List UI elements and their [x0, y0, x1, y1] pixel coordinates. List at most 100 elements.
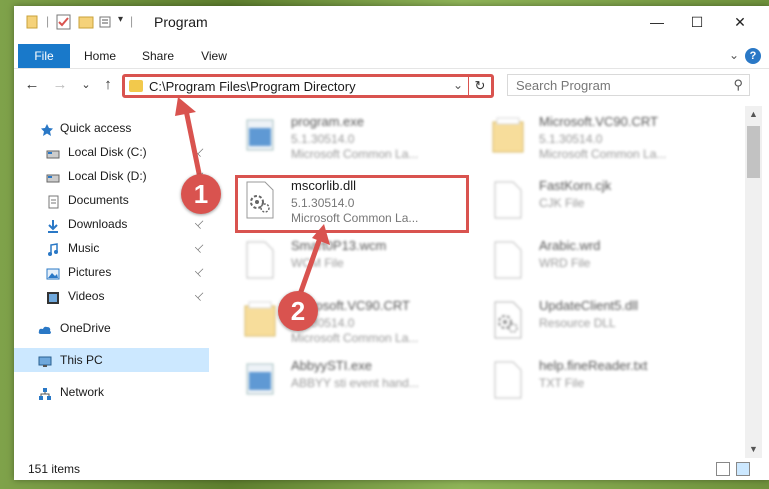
sidebar-item-documents[interactable]: Documents⊥	[14, 188, 209, 212]
file-tile[interactable]: FastKorn.cjk CJK File	[485, 176, 715, 226]
file-tile[interactable]: UpdateClient5.dll Resource DLL	[485, 296, 715, 346]
pin-icon: ⊥	[192, 288, 208, 304]
file-name: Arabic.wrd	[539, 238, 601, 253]
file-tile[interactable]: Smart0P13.wcm WCM File	[237, 236, 467, 286]
sidebar-item-label: Music	[68, 241, 100, 255]
sidebar-item-label: Network	[60, 385, 105, 399]
file-name: UpdateClient5.dll	[539, 298, 639, 313]
refresh-button[interactable]: ↻	[468, 76, 491, 96]
pin-icon: ⊥	[192, 264, 208, 280]
status-bar: 151 items	[14, 458, 769, 480]
file-detail: ABBYY sti event hand...	[291, 376, 419, 390]
callout-1: 1	[181, 174, 221, 214]
sidebar-item-this-pc[interactable]: This PC	[14, 348, 209, 372]
details-view-icon[interactable]	[716, 462, 730, 476]
network-icon	[38, 385, 52, 400]
file-name: AbbyySTI.exe	[291, 358, 372, 373]
properties-icon[interactable]	[56, 14, 72, 30]
sidebar-item-label: Downloads	[68, 217, 128, 231]
sidebar-item-pictures[interactable]: Pictures ⊥	[14, 260, 209, 284]
file-icon	[491, 240, 525, 280]
exe-icon	[243, 360, 277, 400]
file-tile[interactable]: Microsoft.VC90.CRT 5.1.30514.0 Microsoft C…	[237, 296, 467, 346]
address-bar[interactable]: C:\Program Files\Program Directory ⌄ ↻	[122, 74, 494, 98]
sidebar-item-music[interactable]: Music ⊥	[14, 236, 209, 260]
file-list: program.exe 5.1.30514.0 Microsoft Common L…	[219, 106, 737, 458]
close-button[interactable]: ✕	[717, 6, 763, 38]
search-icon[interactable]: ⚲	[733, 77, 743, 93]
folder-icon	[491, 116, 525, 156]
separator: |	[130, 14, 134, 28]
file-detail: CJK File	[539, 196, 585, 210]
address-dropdown-icon[interactable]: ⌄	[453, 78, 463, 92]
folder-icon	[129, 80, 143, 92]
computer-icon	[38, 353, 52, 367]
file-tile[interactable]: AbbyySTI.exe ABBYY sti event hand...	[237, 356, 467, 406]
file-tile[interactable]: Microsoft.VC90.CRT 5.1.30514.0 Microsoft C…	[485, 112, 715, 162]
item-count: 151 items	[28, 462, 81, 476]
file-detail: 5.1.30514.0	[291, 132, 355, 146]
file-tile[interactable]: program.exe 5.1.30514.0 Microsoft Common L…	[237, 112, 467, 162]
back-button[interactable]: ←	[22, 75, 42, 95]
file-tile[interactable]: help.fineReader.txt TXT File	[485, 356, 715, 406]
maximize-button[interactable]: ☐	[674, 6, 720, 38]
drive-icon	[46, 145, 60, 159]
tab-file[interactable]: File	[18, 44, 70, 68]
scroll-down-button[interactable]: ▼	[745, 441, 762, 458]
pictures-icon	[46, 265, 60, 280]
file-tile[interactable]: Arabic.wrd WRD File	[485, 236, 715, 286]
sidebar-item-network[interactable]: Network	[14, 380, 209, 404]
separator: |	[46, 14, 50, 28]
navigation-pane: Quick access Local Disk (C:) ⊥ Local Disk (…	[14, 106, 209, 464]
pin-icon: ⊥	[192, 144, 208, 160]
sidebar-item-label: Documents	[68, 193, 129, 207]
sidebar-item-videos[interactable]: Videos ⊥	[14, 284, 209, 308]
callout-2: 2	[278, 291, 318, 331]
search-input[interactable]: Search Program ⚲	[507, 74, 750, 96]
sidebar-item-label: Local Disk (D:)	[68, 169, 147, 183]
scroll-up-button[interactable]: ▲	[745, 106, 762, 123]
expand-ribbon-icon[interactable]: ⌄	[729, 48, 739, 62]
documents-icon	[46, 193, 60, 209]
file-detail: 5.1.30514.0	[539, 132, 603, 146]
address-path[interactable]: C:\Program Files\Program Directory	[149, 79, 356, 94]
tab-home[interactable]: Home	[78, 44, 122, 68]
music-icon	[46, 241, 60, 256]
window-title: Program	[154, 14, 208, 30]
sidebar-item-onedrive[interactable]: OneDrive	[14, 316, 209, 340]
chevron-down-icon[interactable]: ▾	[118, 14, 123, 25]
sidebar-item-label: Quick access	[60, 121, 132, 135]
tiles-view-icon[interactable]	[736, 462, 750, 476]
sidebar-item-label: Videos	[68, 289, 105, 303]
pin-icon: ⊥	[192, 216, 208, 232]
forward-button[interactable]: →	[50, 75, 70, 95]
file-name: program.exe	[291, 114, 364, 129]
sidebar-item-local-disk-c[interactable]: Local Disk (C:) ⊥	[14, 140, 209, 164]
file-name: Microsoft.VC90.CRT	[539, 114, 658, 129]
file-description: Microsoft Common La...	[291, 147, 419, 161]
vertical-scrollbar[interactable]: ▲ ▼	[745, 106, 762, 458]
sidebar-item-local-disk-d[interactable]: Local Disk (D:)⊥	[14, 164, 209, 188]
file-name: FastKorn.cjk	[539, 178, 612, 193]
navigation-bar: ← → ⌄ ↑ C:\Program Files\Program Directo…	[14, 70, 769, 100]
tab-view[interactable]: View	[192, 44, 236, 68]
up-button[interactable]: ↑	[98, 75, 118, 95]
file-explorer-window: | ▾ | Program — ☐ ✕ File Home Share View…	[14, 6, 769, 480]
file-detail: Resource DLL	[539, 316, 616, 330]
star-icon	[40, 121, 54, 136]
customize-toolbar-icon[interactable]	[98, 14, 114, 30]
folder-icon	[243, 300, 277, 340]
sidebar-item-quick-access[interactable]: Quick access	[14, 116, 209, 140]
help-icon[interactable]: ?	[745, 48, 761, 64]
file-detail: 5.1.30514.0	[291, 196, 355, 210]
file-description: Microsoft Common La...	[539, 147, 667, 161]
file-icon	[491, 180, 525, 220]
new-folder-icon[interactable]	[78, 14, 94, 30]
recent-locations-button[interactable]: ⌄	[76, 75, 96, 95]
file-name: help.fineReader.txt	[539, 358, 648, 373]
tab-share[interactable]: Share	[136, 44, 180, 68]
scroll-thumb[interactable]	[747, 126, 760, 178]
sidebar-item-downloads[interactable]: Downloads ⊥	[14, 212, 209, 236]
file-tile[interactable]: mscorlib.dll 5.1.30514.0 Microsoft Common …	[237, 176, 467, 226]
dll-gear-icon	[243, 180, 277, 220]
